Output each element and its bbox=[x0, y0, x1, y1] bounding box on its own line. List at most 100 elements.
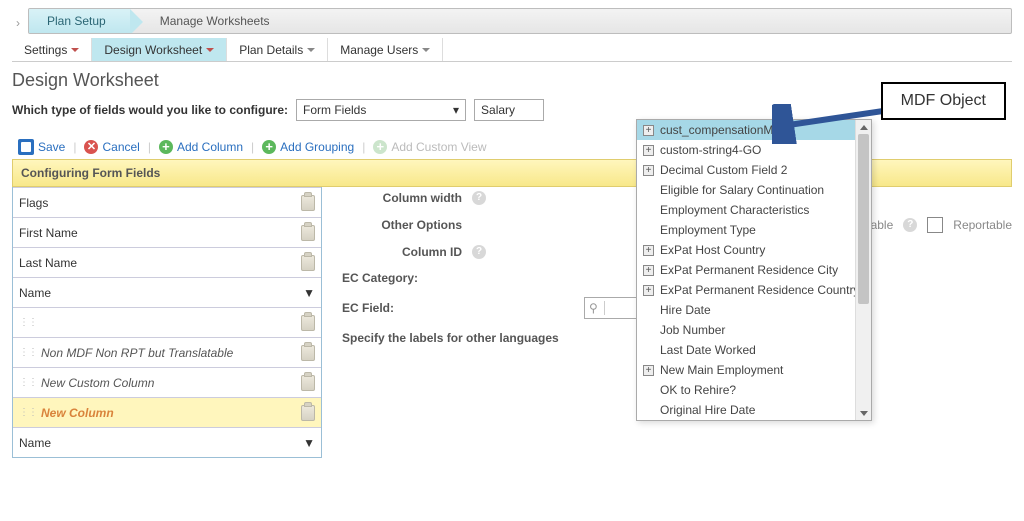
field-list: FlagsFirst NameLast NameName▼⋮⋮⋮⋮Non MDF… bbox=[12, 187, 322, 458]
tab-settings[interactable]: Settings bbox=[12, 38, 92, 61]
column-width-label: Column width bbox=[342, 191, 462, 205]
dropdown-option[interactable]: Original Hire Date bbox=[637, 400, 871, 420]
plus-icon: + bbox=[159, 140, 173, 154]
trash-icon[interactable] bbox=[301, 195, 315, 211]
breadcrumb-bar: Plan Setup Manage Worksheets bbox=[28, 8, 1012, 34]
breadcrumb-plan-setup[interactable]: Plan Setup bbox=[29, 9, 130, 33]
info-icon: ? bbox=[472, 245, 486, 259]
expand-icon[interactable]: + bbox=[643, 145, 654, 156]
expand-icon[interactable]: + bbox=[643, 365, 654, 376]
tab-plan-details[interactable]: Plan Details bbox=[227, 38, 328, 61]
save-button[interactable]: Save bbox=[18, 139, 65, 155]
option-label: Decimal Custom Field 2 bbox=[660, 163, 787, 177]
save-icon bbox=[18, 139, 34, 155]
button-label: Add Custom View bbox=[391, 140, 486, 154]
field-row[interactable]: Name ▼ bbox=[13, 277, 321, 307]
dropdown-option[interactable]: Employment Type bbox=[637, 220, 871, 240]
tab-label: Settings bbox=[24, 43, 67, 57]
field-name: Last Name bbox=[19, 256, 301, 270]
button-label: Save bbox=[38, 140, 65, 154]
reportable-checkbox[interactable] bbox=[927, 217, 943, 233]
expand-icon[interactable]: + bbox=[643, 165, 654, 176]
cancel-button[interactable]: ✕ Cancel bbox=[84, 140, 139, 154]
option-label: Employment Characteristics bbox=[660, 203, 809, 217]
dropdown-option[interactable]: Last Date Worked bbox=[637, 340, 871, 360]
field-row[interactable]: ⋮⋮ bbox=[13, 307, 321, 337]
caret-down-icon bbox=[206, 48, 214, 52]
ec-field-dropdown[interactable]: +cust_compensationMDF+custom-string4-GO+… bbox=[636, 119, 872, 421]
mdf-object-callout: MDF Object bbox=[881, 82, 1006, 120]
add-custom-view-button: + Add Custom View bbox=[373, 140, 486, 154]
field-row[interactable]: Flags bbox=[13, 187, 321, 217]
field-row[interactable]: ⋮⋮ New Custom Column bbox=[13, 367, 321, 397]
scroll-down-icon[interactable] bbox=[860, 411, 868, 416]
button-label: Add Grouping bbox=[280, 140, 354, 154]
field-name: Name bbox=[19, 286, 299, 300]
salary-select[interactable]: Salary bbox=[474, 99, 544, 121]
dropdown-scrollbar[interactable] bbox=[855, 120, 871, 420]
field-row[interactable]: Name ▼ bbox=[13, 427, 321, 457]
tab-manage-users[interactable]: Manage Users bbox=[328, 38, 443, 61]
expand-icon[interactable]: + bbox=[643, 125, 654, 136]
dropdown-option[interactable]: Employment Characteristics bbox=[637, 200, 871, 220]
dropdown-option[interactable]: + ExPat Permanent Residence Country bbox=[637, 280, 871, 300]
caret-down-icon[interactable]: ▼ bbox=[303, 436, 315, 450]
caret-down-icon bbox=[422, 48, 430, 52]
field-row[interactable]: ⋮⋮Non MDF Non RPT but Translatable bbox=[13, 337, 321, 367]
expand-icon[interactable]: + bbox=[643, 265, 654, 276]
dropdown-option[interactable]: +New Main Employment bbox=[637, 360, 871, 380]
plus-icon: + bbox=[262, 140, 276, 154]
dropdown-option[interactable]: Eligible for Salary Continuation bbox=[637, 180, 871, 200]
option-label: Eligible for Salary Continuation bbox=[660, 183, 824, 197]
dropdown-option[interactable]: OK to Rehire? bbox=[637, 380, 871, 400]
drag-handle-icon[interactable]: ⋮⋮ bbox=[19, 347, 37, 358]
trash-icon[interactable] bbox=[301, 405, 315, 421]
dropdown-option[interactable]: + Decimal Custom Field 2 bbox=[637, 160, 871, 180]
field-row[interactable]: First Name bbox=[13, 217, 321, 247]
option-label: ExPat Host Country bbox=[660, 243, 765, 257]
tab-label: Design Worksheet bbox=[104, 43, 202, 57]
tab-design-worksheet[interactable]: Design Worksheet bbox=[92, 38, 227, 61]
separator: | bbox=[73, 140, 76, 154]
scrollbar-thumb[interactable] bbox=[858, 134, 869, 304]
option-label: ExPat Permanent Residence Country bbox=[660, 283, 859, 297]
field-name: Name bbox=[19, 436, 299, 450]
search-icon: ⚲ bbox=[589, 301, 598, 315]
dropdown-option[interactable]: Hire Date bbox=[637, 300, 871, 320]
dropdown-option[interactable]: Job Number bbox=[637, 320, 871, 340]
trash-icon[interactable] bbox=[301, 315, 315, 331]
field-type-select[interactable]: Form Fields ▾ bbox=[296, 99, 466, 121]
expand-icon[interactable]: + bbox=[643, 285, 654, 296]
add-column-button[interactable]: + Add Column bbox=[159, 140, 243, 154]
other-options-label: Other Options bbox=[342, 218, 462, 232]
drag-handle-icon[interactable]: ⋮⋮ bbox=[19, 407, 37, 418]
option-label: Original Hire Date bbox=[660, 403, 755, 417]
option-label: Last Date Worked bbox=[660, 343, 756, 357]
add-grouping-button[interactable]: + Add Grouping bbox=[262, 140, 354, 154]
expand-icon[interactable]: + bbox=[643, 245, 654, 256]
prompt-label: Which type of fields would you like to c… bbox=[12, 103, 288, 117]
tab-label: Manage Users bbox=[340, 43, 418, 57]
caret-down-icon bbox=[307, 48, 315, 52]
field-row[interactable]: Last Name bbox=[13, 247, 321, 277]
dropdown-option[interactable]: + ExPat Permanent Residence City bbox=[637, 260, 871, 280]
option-label: custom-string4-GO bbox=[660, 143, 761, 157]
page-title: Design Worksheet bbox=[12, 70, 1012, 91]
trash-icon[interactable] bbox=[301, 255, 315, 271]
trash-icon[interactable] bbox=[301, 225, 315, 241]
option-label: ExPat Permanent Residence City bbox=[660, 263, 838, 277]
button-label: Add Column bbox=[177, 140, 243, 154]
field-name: Flags bbox=[19, 196, 301, 210]
trash-icon[interactable] bbox=[301, 345, 315, 361]
drag-handle-icon[interactable]: ⋮⋮ bbox=[19, 317, 37, 328]
select-value: Salary bbox=[481, 103, 515, 117]
breadcrumb-manage-worksheets[interactable]: Manage Worksheets bbox=[130, 9, 294, 33]
field-name: New Custom Column bbox=[41, 376, 301, 390]
trash-icon[interactable] bbox=[301, 375, 315, 391]
caret-down-icon[interactable]: ▼ bbox=[303, 286, 315, 300]
breadcrumb-caret-icon: › bbox=[12, 16, 24, 30]
drag-handle-icon[interactable]: ⋮⋮ bbox=[19, 377, 37, 388]
dropdown-option[interactable]: + ExPat Host Country bbox=[637, 240, 871, 260]
reportable-label: Reportable bbox=[953, 218, 1012, 232]
field-row[interactable]: ⋮⋮New Column bbox=[13, 397, 321, 427]
